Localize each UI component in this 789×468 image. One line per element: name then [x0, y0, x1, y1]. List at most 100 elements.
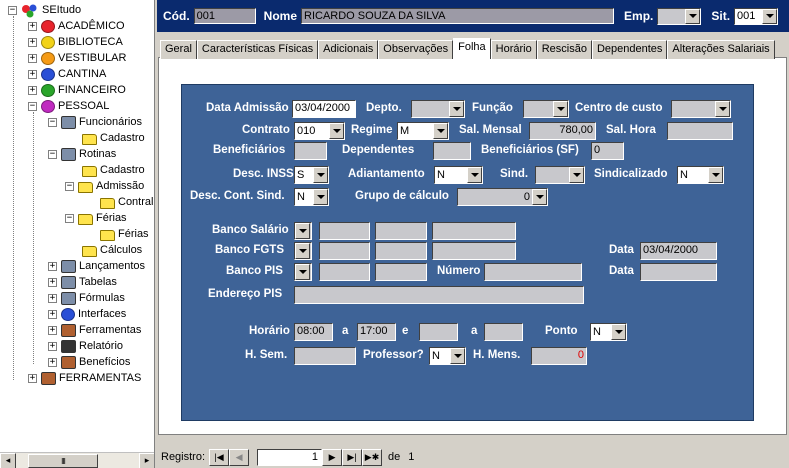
chevron-down-icon[interactable]	[449, 101, 464, 117]
tree-item-vestibular[interactable]: + VESTIBULAR	[28, 50, 126, 66]
horas-mes-field[interactable]: 0	[531, 347, 587, 365]
sal-mensal-field[interactable]: 780,00	[529, 122, 596, 140]
tree-item-funcionarios[interactable]: − Funcionários	[48, 114, 142, 130]
nome-field[interactable]: RICARDO SOUZA DA SILVA	[301, 8, 615, 24]
dependentes-field[interactable]	[433, 142, 471, 160]
sind-select[interactable]	[535, 166, 585, 184]
banco-pis-select[interactable]	[294, 263, 312, 281]
tree-item-relatorio[interactable]: + Relatório	[48, 338, 123, 354]
centro-custo-select[interactable]	[671, 100, 731, 118]
collapse-toggle[interactable]: −	[28, 101, 37, 111]
record-number-input[interactable]: 1	[257, 448, 323, 466]
chevron-down-icon[interactable]	[450, 348, 465, 364]
tree-item-ferias-sub[interactable]: Férias	[100, 226, 149, 242]
banco-fgts-agencia-field[interactable]	[319, 242, 370, 260]
scroll-thumb[interactable]: III	[28, 454, 98, 468]
banco-salario-select[interactable]	[294, 222, 312, 240]
collapse-toggle[interactable]: −	[65, 181, 74, 191]
horas-semana-field[interactable]	[294, 347, 356, 365]
desc-inss-select[interactable]: S	[294, 166, 329, 184]
expand-toggle[interactable]: +	[48, 309, 57, 319]
tab-horario[interactable]: Horário	[490, 40, 537, 59]
chevron-down-icon[interactable]	[295, 243, 310, 259]
banco-fgts-select[interactable]	[294, 242, 312, 260]
expand-toggle[interactable]: +	[28, 69, 37, 79]
data-fgts-field[interactable]: 03/04/2000	[640, 242, 717, 260]
chevron-down-icon[interactable]	[532, 189, 547, 205]
depto-select[interactable]	[411, 100, 465, 118]
new-record-button[interactable]: ▶✱	[362, 448, 383, 466]
banco-fgts-conta-field[interactable]	[375, 242, 427, 260]
prev-record-button[interactable]: ◀	[229, 448, 250, 466]
expand-toggle[interactable]: +	[48, 325, 57, 335]
sindicalizado-select[interactable]: N	[677, 166, 724, 184]
expand-toggle[interactable]: +	[28, 85, 37, 95]
chevron-down-icon[interactable]	[433, 123, 448, 139]
cod-field[interactable]: 001	[193, 8, 256, 24]
expand-toggle[interactable]: +	[48, 277, 57, 287]
tree-item-interfaces[interactable]: + Interfaces	[48, 306, 126, 322]
expand-toggle[interactable]: +	[48, 261, 57, 271]
chevron-down-icon[interactable]	[313, 167, 328, 183]
chevron-down-icon[interactable]	[708, 167, 723, 183]
tree-item-admissao[interactable]: − Admissão	[65, 178, 144, 194]
tab-adicionais[interactable]: Adicionais	[318, 40, 379, 59]
tree-item-beneficios[interactable]: + Benefícios	[48, 354, 130, 370]
tree-item-formulas[interactable]: + Fórmulas	[48, 290, 125, 306]
navigation-tree[interactable]: − SEItudo + ACADÊMICO + BIBLIOTECA + VES…	[0, 0, 155, 468]
tree-root[interactable]: − SEItudo	[8, 2, 81, 18]
tree-item-rotinas-cadastro[interactable]: Cadastro	[82, 162, 145, 178]
chevron-down-icon[interactable]	[295, 223, 310, 239]
chevron-down-icon[interactable]	[762, 8, 778, 24]
data-pis-field[interactable]	[640, 263, 717, 281]
scroll-left-button[interactable]: ◂	[0, 452, 16, 468]
numero-field[interactable]	[484, 263, 582, 281]
beneficiarios-field[interactable]	[294, 142, 327, 160]
regime-select[interactable]: M	[397, 122, 449, 140]
grupo-calculo-select[interactable]: 0	[457, 188, 548, 206]
banco-pis-conta-field[interactable]	[375, 263, 427, 281]
expand-toggle[interactable]: +	[28, 21, 37, 31]
tree-item-tabelas[interactable]: + Tabelas	[48, 274, 117, 290]
tab-geral[interactable]: Geral	[160, 40, 197, 59]
chevron-down-icon[interactable]	[329, 123, 344, 139]
chevron-down-icon[interactable]	[295, 264, 310, 280]
chevron-down-icon[interactable]	[685, 8, 701, 24]
tree-item-academico[interactable]: + ACADÊMICO	[28, 18, 125, 34]
collapse-toggle[interactable]: −	[48, 149, 57, 159]
endereco-pis-field[interactable]	[294, 286, 584, 304]
tab-caracteristicas-fisicas[interactable]: Características Físicas	[196, 40, 319, 59]
emp-select[interactable]	[657, 7, 702, 25]
chevron-down-icon[interactable]	[569, 167, 584, 183]
last-record-button[interactable]: ▶|	[342, 448, 363, 466]
tree-item-pessoal[interactable]: − PESSOAL	[28, 98, 109, 114]
data-admissao-field[interactable]: 03/04/2000	[292, 100, 356, 118]
horario-fim-field[interactable]: 17:00	[357, 323, 396, 341]
chevron-down-icon[interactable]	[467, 167, 482, 183]
tree-item-rotinas[interactable]: − Rotinas	[48, 146, 116, 162]
collapse-toggle[interactable]: −	[65, 213, 74, 223]
tree-item-ferias[interactable]: − Férias	[65, 210, 127, 226]
beneficiarios-sf-field[interactable]: 0	[591, 142, 624, 160]
banco-fgts-nome-field[interactable]	[432, 242, 516, 260]
scroll-right-button[interactable]: ▸	[139, 452, 154, 468]
horario2-inicio-field[interactable]	[419, 323, 458, 341]
professor-select[interactable]: N	[429, 347, 466, 365]
first-record-button[interactable]: |◀	[209, 448, 230, 466]
tree-item-ferramentas[interactable]: + Ferramentas	[48, 322, 141, 338]
expand-toggle[interactable]: +	[48, 357, 57, 367]
contrato-select[interactable]: 010	[294, 122, 345, 140]
next-record-button[interactable]: ▶	[322, 448, 343, 466]
banco-pis-agencia-field[interactable]	[319, 263, 370, 281]
desc-cont-sind-select[interactable]: N	[294, 188, 329, 206]
horario-inicio-field[interactable]: 08:00	[294, 323, 333, 341]
tree-horizontal-scrollbar[interactable]: ◂ III ▸	[0, 452, 154, 468]
banco-salario-agencia-field[interactable]	[319, 222, 370, 240]
banco-salario-nome-field[interactable]	[432, 222, 516, 240]
chevron-down-icon[interactable]	[313, 189, 328, 205]
horario2-fim-field[interactable]	[484, 323, 523, 341]
chevron-down-icon[interactable]	[611, 324, 626, 340]
tree-item-financeiro[interactable]: + FINANCEIRO	[28, 82, 126, 98]
tree-item-lancamentos[interactable]: + Lançamentos	[48, 258, 145, 274]
expand-toggle[interactable]: +	[48, 293, 57, 303]
